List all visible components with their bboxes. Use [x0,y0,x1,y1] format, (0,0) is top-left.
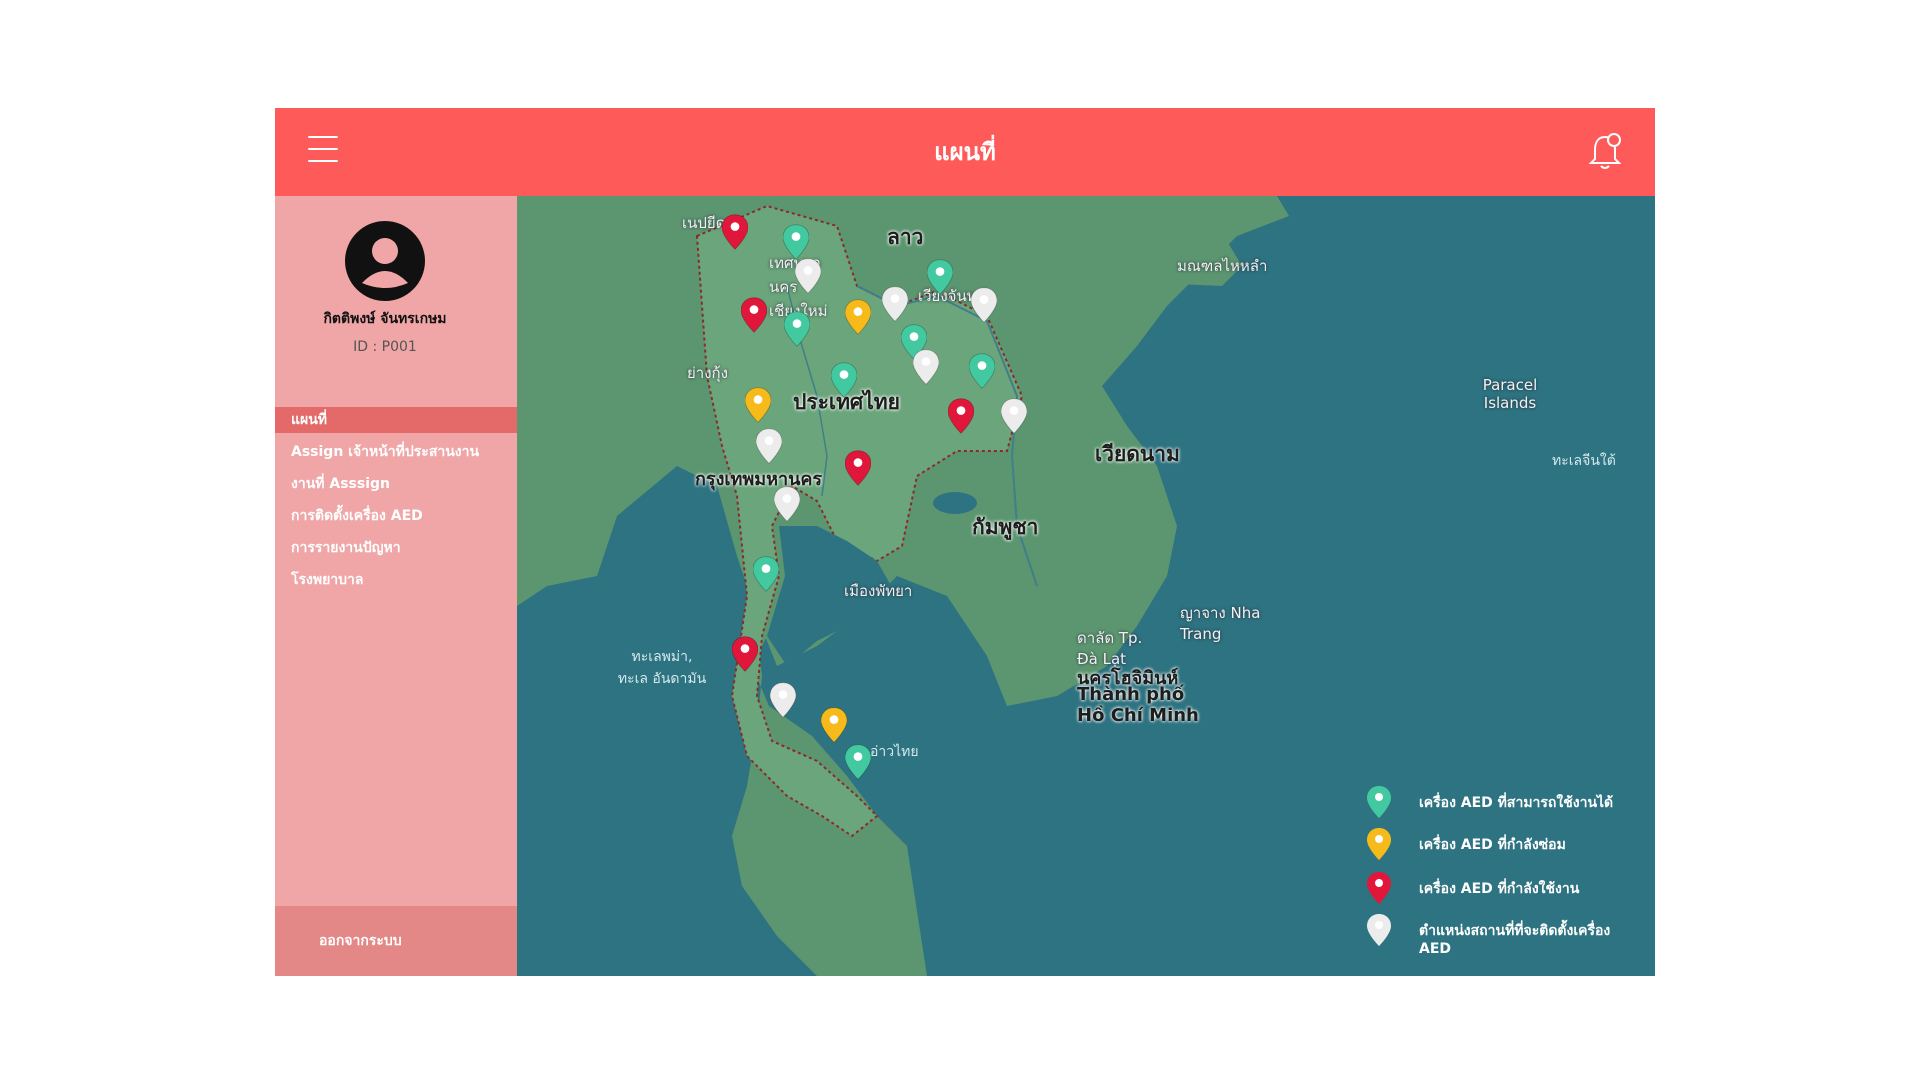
nav-item-map[interactable]: แผนที่ [275,407,517,433]
planned-aed-pin-icon[interactable] [795,258,821,294]
label-hainan: มณฑลไหหลำ [1177,257,1268,275]
user-avatar-icon [345,221,425,301]
page-title: แผนที่ [934,138,996,166]
active-aed-pin-icon[interactable] [732,636,758,672]
nav-item-assigned-tasks[interactable]: งานที่ Asssign [275,471,517,503]
label-dalat: ดาลัด Tp. Đà Lạt [1077,629,1143,668]
map-basemap [517,196,1289,976]
logout-button[interactable]: ออกจากระบบ [319,930,402,952]
label-hochiminh-vi1: Thành phố [1077,684,1185,705]
label-andaman-sea: ทะเลพม่า, ทะเล อันดามัน [617,649,707,687]
label-laos: ลาว [887,225,924,249]
planned-aed-pin-icon[interactable] [770,682,796,718]
available-aed-pin-icon[interactable] [927,259,953,295]
nav-item-assign-coordinator[interactable]: Assign เจ้าหน้าที่ประสานงาน [275,439,517,471]
legend-label-active: เครื่อง AED ที่กำลังใช้งาน [1419,881,1580,897]
sidebar: กิตติพงษ์ จันทรเกษม ID : P001 แผนที่ Ass… [275,196,517,976]
sidebar-nav: แผนที่ Assign เจ้าหน้าที่ประสานงาน งานที… [275,407,517,599]
available-aed-pin-icon[interactable] [831,362,857,398]
label-vietnam: เวียดนาม [1095,442,1180,466]
label-bangkok: กรุงเทพมหานคร [695,469,823,490]
label-pattaya: เมืองพัทยา [844,582,913,600]
top-header: แผนที่ [275,108,1655,196]
active-aed-pin-icon[interactable] [845,450,871,486]
active-aed-pin-icon[interactable] [741,297,767,333]
repair-aed-pin-icon[interactable] [821,707,847,743]
planned-aed-pin-icon[interactable] [756,428,782,464]
label-hochiminh-vi2: Hồ Chí Minh [1077,705,1199,726]
nav-item-aed-installation[interactable]: การติดตั้งเครื่อง AED [275,503,517,535]
planned-aed-pin-icon[interactable] [913,349,939,385]
nav-item-hospital[interactable]: โรงพยาบาล [275,567,517,599]
legend-label-planned: ตำแหน่งสถานที่ที่จะติดตั้งเครื่อง AED [1419,923,1611,957]
logout-area: ออกจากระบบ [275,906,517,976]
app-window: แผนที่ กิตติพงษ์ จันทรเกษม ID : P001 แผน… [275,108,1655,976]
repair-pin-icon [1367,828,1391,860]
lake-tonle-sap [933,492,977,514]
nav-item-problem-report[interactable]: การรายงานปัญหา [275,535,517,567]
label-gulf-of-thailand: อ่าวไทย [870,744,919,760]
label-cambodia: กัมพูชา [972,515,1039,539]
label-yangon: ย่างกุ้ง [687,364,728,382]
user-id: ID : P001 [353,339,417,355]
label-nhatrang: ญาจาง Nha Trang [1180,604,1261,643]
repair-aed-pin-icon[interactable] [845,299,871,335]
planned-aed-pin-icon[interactable] [1001,398,1027,434]
available-aed-pin-icon[interactable] [784,311,810,347]
active-pin-icon [1367,872,1391,904]
active-aed-pin-icon[interactable] [948,398,974,434]
available-aed-pin-icon[interactable] [845,744,871,780]
active-aed-pin-icon[interactable] [722,214,748,250]
available-aed-pin-icon[interactable] [753,556,779,592]
planned-aed-pin-icon[interactable] [971,287,997,323]
planned-aed-pin-icon[interactable] [882,286,908,322]
user-name: กิตติพงษ์ จันทรเกษม [323,311,447,327]
legend-label-repair: เครื่อง AED ที่กำลังซ่อม [1419,837,1566,853]
legend-label-available: เครื่อง AED ที่สามารถใช้งานได้ [1419,795,1614,811]
available-pin-icon [1367,786,1391,818]
bell-icon[interactable] [1587,132,1623,172]
map-view[interactable]: ประเทศไทย ลาว กัมพูชา เวียดนาม กรุงเทพมห… [517,196,1655,976]
available-aed-pin-icon[interactable] [969,353,995,389]
available-aed-pin-icon[interactable] [783,224,809,260]
repair-aed-pin-icon[interactable] [745,387,771,423]
label-paracel: Paracel Islands [1482,376,1538,412]
planned-location-pin-icon [1367,914,1391,946]
planned-aed-pin-icon[interactable] [774,486,800,522]
label-south-china-sea: ทะเลจีนใต้ [1552,453,1616,469]
